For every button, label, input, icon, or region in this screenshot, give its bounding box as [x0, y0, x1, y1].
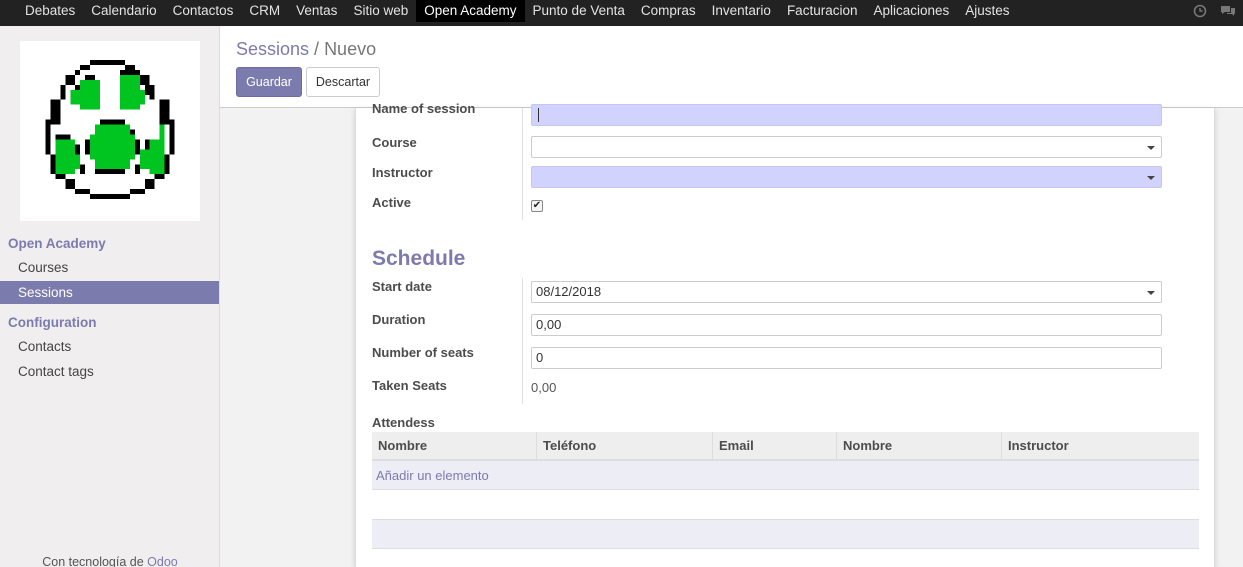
chevron-down-icon[interactable] [1147, 146, 1155, 150]
instructor-label: Instructor [372, 165, 433, 180]
menu-facturacion[interactable]: Facturacion [779, 0, 866, 22]
add-line-link[interactable]: Añadir un elemento [376, 468, 489, 483]
attendees-label: Attendess [372, 415, 435, 430]
menu-calendario[interactable]: Calendario [83, 0, 164, 22]
taken-seats-label: Taken Seats [372, 378, 447, 393]
menu-sitio-web[interactable]: Sitio web [345, 0, 416, 22]
powered-by-text: Con tecnología de [42, 555, 148, 567]
menu-debates[interactable]: Debates [17, 0, 83, 22]
top-navbar: Debates Calendario Contactos CRM Ventas Sitio… [0, 0, 1243, 26]
schedule-heading: Schedule [372, 247, 466, 270]
sidebar-item-sessions[interactable]: Sessions [0, 281, 219, 304]
discard-button[interactable]: Descartar [306, 67, 380, 97]
name-of-session-input[interactable] [531, 104, 1162, 126]
column-header-telefono[interactable]: Teléfono [537, 432, 713, 459]
powered-by: Con tecnología de Odoo [0, 555, 220, 567]
company-logo [20, 41, 200, 221]
sidebar-item-courses[interactable]: Courses [0, 256, 219, 279]
number-of-seats-input[interactable]: 0 [531, 347, 1162, 369]
menu-crm[interactable]: CRM [241, 0, 288, 22]
table-header: Nombre Teléfono Email Nombre Instructor [372, 432, 1199, 461]
group-separator [522, 108, 523, 220]
systray [1191, 0, 1243, 22]
sidebar-item-contact-tags[interactable]: Contact tags [0, 360, 219, 383]
menu-inventario[interactable]: Inventario [704, 0, 779, 22]
instructor-select[interactable] [531, 166, 1162, 188]
breadcrumb-separator: / [309, 39, 325, 59]
sidebar-section-open-academy: Open Academy [8, 236, 106, 251]
checkmark-icon: ✔ [532, 200, 542, 211]
chevron-down-icon[interactable] [1147, 291, 1155, 295]
group-separator [522, 278, 523, 404]
column-header-instructor[interactable]: Instructor [1002, 432, 1199, 459]
chat-icon[interactable] [1219, 2, 1237, 20]
column-header-email[interactable]: Email [713, 432, 837, 459]
duration-label: Duration [372, 312, 426, 327]
table-footer-row [372, 519, 1199, 549]
sidebar-item-contacts[interactable]: Contacts [0, 335, 219, 358]
column-header-nombre[interactable]: Nombre [372, 432, 537, 459]
name-of-session-label: Name of session [372, 101, 476, 116]
active-label: Active [372, 195, 412, 210]
breadcrumb-sessions[interactable]: Sessions [236, 39, 309, 59]
menu-aplicaciones[interactable]: Aplicaciones [865, 0, 957, 22]
sidebar: Open Academy Courses Sessions Configurat… [0, 26, 220, 567]
menu-open-academy[interactable]: Open Academy [416, 0, 525, 22]
menu-contactos[interactable]: Contactos [165, 0, 242, 22]
app-menu: Debates Calendario Contactos CRM Ventas Sitio… [0, 0, 1018, 26]
start-date-input[interactable]: 08/12/2018 [531, 281, 1162, 303]
menu-ajustes[interactable]: Ajustes [957, 0, 1017, 22]
breadcrumb: Sessions / Nuevo [236, 39, 376, 60]
number-of-seats-label: Number of seats [372, 345, 474, 360]
attendees-table: Nombre Teléfono Email Nombre Instructor … [372, 432, 1199, 490]
start-date-label: Start date [372, 279, 432, 294]
column-header-nombre-2[interactable]: Nombre [837, 432, 1002, 459]
odoo-link[interactable]: Odoo [147, 555, 178, 567]
duration-input[interactable]: 0,00 [531, 314, 1162, 336]
start-date-value: 08/12/2018 [536, 284, 602, 299]
menu-compras[interactable]: Compras [633, 0, 704, 22]
active-checkbox[interactable]: ✔ [531, 200, 543, 212]
course-label: Course [372, 135, 417, 150]
sidebar-section-configuration: Configuration [8, 315, 97, 330]
menu-punto-de-venta[interactable]: Punto de Venta [525, 0, 633, 22]
control-panel: Sessions / Nuevo Guardar Descartar [220, 26, 1243, 108]
chevron-down-icon[interactable] [1147, 176, 1155, 180]
breadcrumb-current: Nuevo [324, 39, 377, 59]
menu-ventas[interactable]: Ventas [288, 0, 345, 22]
clock-icon[interactable] [1191, 2, 1209, 20]
save-button[interactable]: Guardar [236, 67, 302, 97]
course-select[interactable] [531, 136, 1162, 158]
text-cursor [538, 108, 539, 122]
taken-seats-value: 0,00 [531, 380, 557, 395]
egg-logo-image [45, 60, 175, 200]
add-line-row: Añadir un elemento [372, 461, 1199, 490]
